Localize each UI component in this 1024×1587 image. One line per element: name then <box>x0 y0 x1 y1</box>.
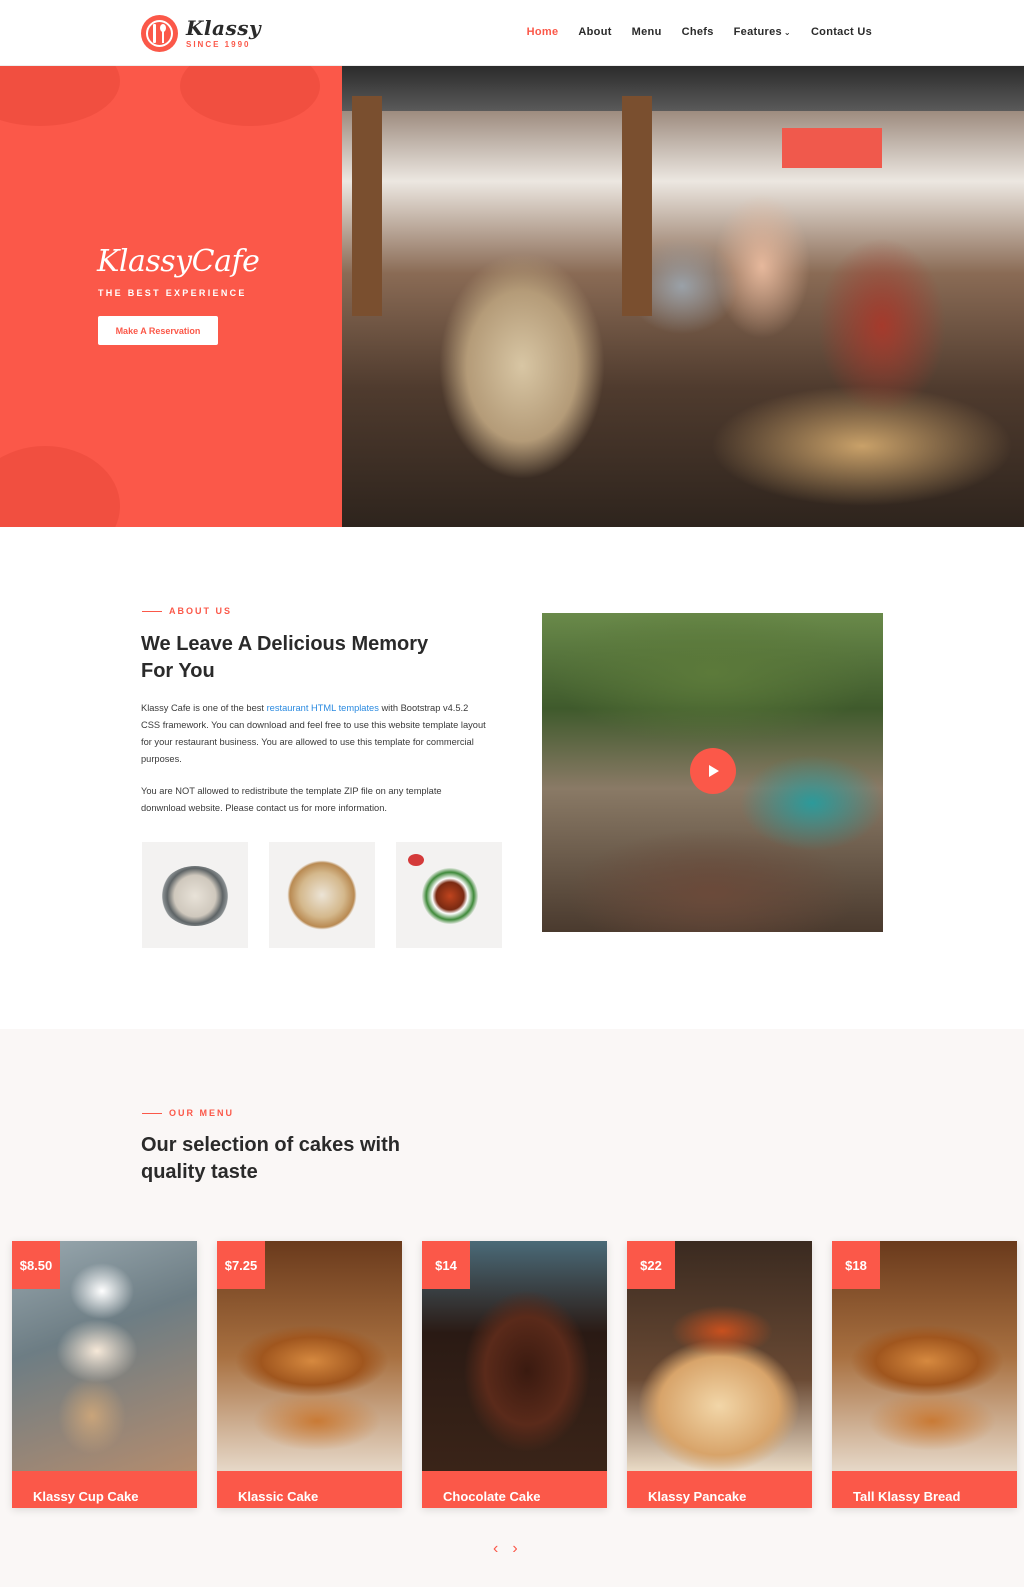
menu-title: Our selection of cakes with quality tast… <box>141 1134 400 1183</box>
nav-about[interactable]: About <box>578 26 611 38</box>
carousel-nav: ‹ › <box>493 1541 518 1557</box>
chevron-down-icon: ⌄ <box>783 28 791 37</box>
menu-section-label: OUR MENU <box>142 1108 234 1118</box>
about-paragraph-2: You are NOT allowed to redistribute the … <box>141 786 442 813</box>
menu-card[interactable]: $7.25 Klassic Cake <box>217 1241 402 1508</box>
chevron-right-icon[interactable]: › <box>512 1541 517 1557</box>
price-badge: $8.50 <box>12 1241 60 1289</box>
price-badge: $22 <box>627 1241 675 1289</box>
brand-tagline: SINCE 1990 <box>186 40 251 49</box>
nav-features-label: Features <box>733 26 782 38</box>
about-video[interactable] <box>542 613 883 932</box>
menu-card-title: Klassy Cup Cake <box>12 1471 197 1508</box>
menu-card-title: Chocolate Cake <box>422 1471 607 1508</box>
nav-chefs[interactable]: Chefs <box>682 26 714 38</box>
menu-card[interactable]: $14 Chocolate Cake <box>422 1241 607 1508</box>
about-thumb-tea[interactable] <box>396 842 502 948</box>
make-reservation-button[interactable]: Make A Reservation <box>98 316 218 345</box>
brand-name: Klassy <box>186 16 262 40</box>
price-badge: $7.25 <box>217 1241 265 1289</box>
about-paragraph-1: Klassy Cafe is one of the best restauran… <box>141 703 486 764</box>
nav-contact[interactable]: Contact Us <box>811 26 872 38</box>
fork-spoon-icon <box>141 15 178 52</box>
chevron-left-icon[interactable]: ‹ <box>493 1541 498 1557</box>
site-header: Klassy SINCE 1990 Home About Menu Chefs … <box>0 0 1024 66</box>
menu-card-title: Klassy Pancake <box>627 1471 812 1508</box>
about-section-label: ABOUT US <box>142 606 232 616</box>
hero-title: KlassyCafe <box>97 244 260 279</box>
menu-card[interactable]: $22 Klassy Pancake <box>627 1241 812 1508</box>
hero: KlassyCafe THE BEST EXPERIENCE Make A Re… <box>0 66 1024 527</box>
hero-photo <box>342 66 1024 527</box>
menu-card-title: Klassic Cake <box>217 1471 402 1508</box>
nav-home[interactable]: Home <box>527 26 559 38</box>
play-icon[interactable] <box>690 748 736 794</box>
templates-link[interactable]: restaurant HTML templates <box>267 703 379 713</box>
nav-features[interactable]: Features ⌄ <box>734 26 791 38</box>
menu-card-title: Tall Klassy Bread <box>832 1471 1017 1508</box>
about-thumb-dumplings-bowl[interactable] <box>142 842 248 948</box>
hero-subtitle: THE BEST EXPERIENCE <box>98 288 247 298</box>
menu-card[interactable]: $8.50 Klassy Cup Cake <box>12 1241 197 1508</box>
hero-panel: KlassyCafe THE BEST EXPERIENCE Make A Re… <box>0 66 342 527</box>
about-title: We Leave A Delicious Memory For You <box>141 633 429 682</box>
nav-menu[interactable]: Menu <box>632 26 662 38</box>
menu-section: OUR MENU Our selection of cakes with qua… <box>0 1029 1024 1587</box>
logo[interactable]: Klassy SINCE 1990 <box>141 15 261 52</box>
price-badge: $14 <box>422 1241 470 1289</box>
about-thumb-dumplings-plate[interactable] <box>269 842 375 948</box>
menu-card[interactable]: $18 Tall Klassy Bread <box>832 1241 1017 1508</box>
main-nav: Home About Menu Chefs Features ⌄ Contact … <box>507 26 872 38</box>
price-badge: $18 <box>832 1241 880 1289</box>
